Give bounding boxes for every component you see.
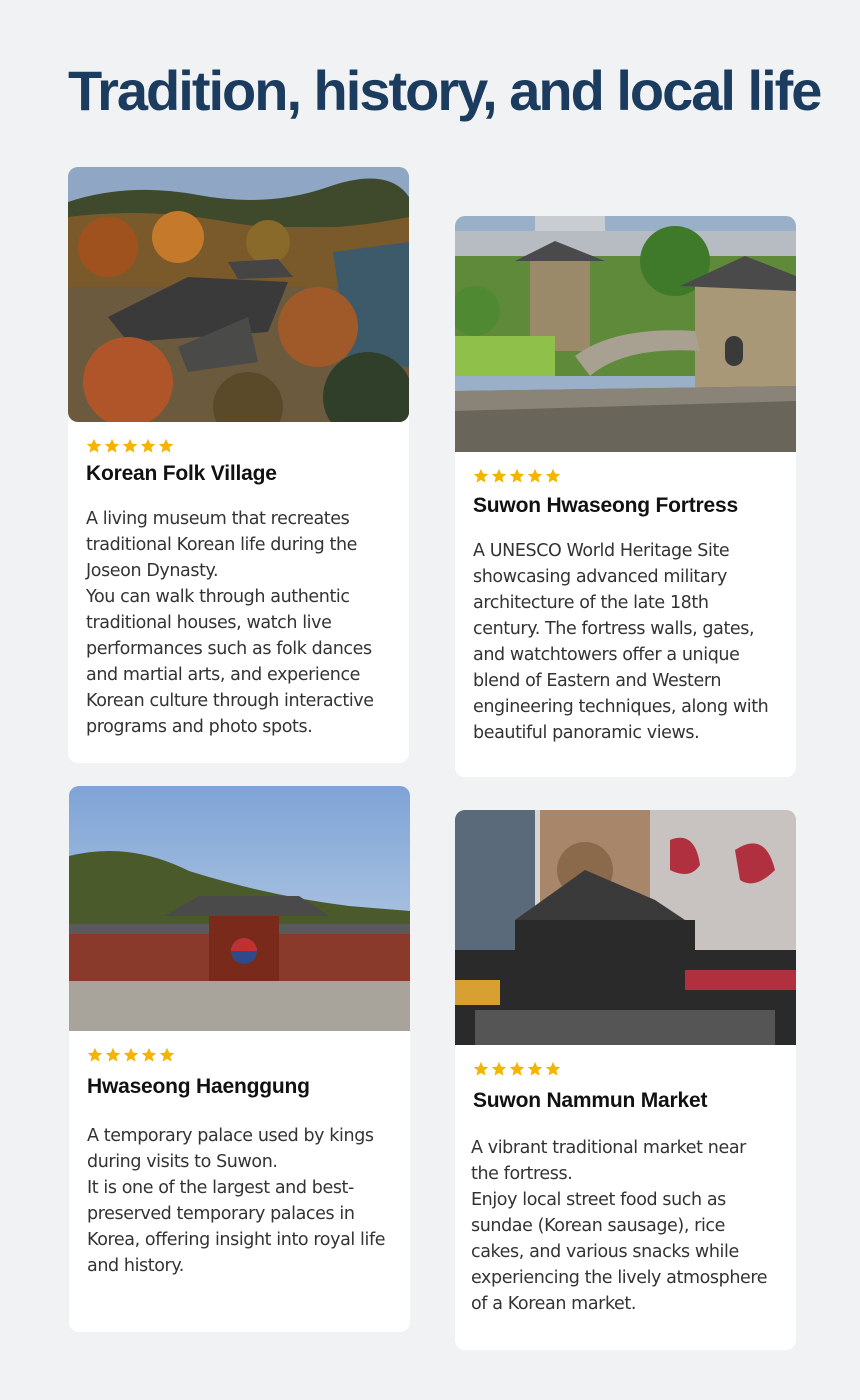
market-photo bbox=[455, 810, 796, 1045]
star-icon bbox=[140, 438, 156, 453]
attraction-card-suwon-hwaseong-fortress[interactable]: Suwon Hwaseong Fortress A UNESCO World H… bbox=[455, 216, 796, 777]
page-title: Tradition, history, and local life bbox=[68, 59, 822, 122]
star-icon bbox=[158, 438, 174, 453]
rating-stars bbox=[473, 1061, 796, 1077]
attraction-name: Suwon Hwaseong Fortress bbox=[473, 494, 738, 517]
star-icon bbox=[545, 1061, 561, 1076]
attraction-description: A temporary palace used by kings during … bbox=[87, 1123, 392, 1279]
attraction-card-hwaseong-haenggung[interactable]: Hwaseong Haenggung A temporary palace us… bbox=[69, 786, 410, 1332]
star-icon bbox=[141, 1047, 157, 1062]
star-icon bbox=[509, 1061, 525, 1076]
description-paragraph: A living museum that recreates tradition… bbox=[86, 509, 358, 581]
star-icon bbox=[473, 1061, 489, 1076]
star-icon bbox=[105, 1047, 121, 1062]
description-paragraph: Enjoy local street food such as sundae (… bbox=[471, 1190, 768, 1314]
attraction-name: Hwaseong Haenggung bbox=[87, 1075, 310, 1098]
star-icon bbox=[123, 1047, 139, 1062]
rating-stars bbox=[87, 1047, 410, 1063]
attraction-card-korean-folk-village[interactable]: Korean Folk Village A living museum that… bbox=[68, 167, 409, 763]
description-paragraph: A temporary palace used by kings during … bbox=[87, 1126, 374, 1172]
star-icon bbox=[87, 1047, 103, 1062]
rating-stars bbox=[473, 468, 796, 484]
attraction-name: Korean Folk Village bbox=[86, 462, 277, 485]
description-paragraph: A UNESCO World Heritage Site showcasing … bbox=[473, 541, 769, 743]
star-icon bbox=[122, 438, 138, 453]
star-icon bbox=[527, 1061, 543, 1076]
star-icon bbox=[527, 468, 543, 483]
attraction-description: A vibrant traditional market near the fo… bbox=[471, 1135, 778, 1317]
star-icon bbox=[491, 468, 507, 483]
star-icon bbox=[473, 468, 489, 483]
star-icon bbox=[86, 438, 102, 453]
star-icon bbox=[509, 468, 525, 483]
attraction-description: A UNESCO World Heritage Site showcasing … bbox=[473, 538, 778, 746]
fortress-photo bbox=[455, 216, 796, 452]
description-paragraph: A vibrant traditional market near the fo… bbox=[471, 1138, 746, 1184]
star-icon bbox=[159, 1047, 175, 1062]
description-paragraph: It is one of the largest and best-preser… bbox=[87, 1178, 386, 1276]
star-icon bbox=[545, 468, 561, 483]
attraction-description: A living museum that recreates tradition… bbox=[86, 506, 391, 740]
attraction-name: Suwon Nammun Market bbox=[473, 1089, 708, 1112]
star-icon bbox=[104, 438, 120, 453]
star-icon bbox=[491, 1061, 507, 1076]
rating-stars bbox=[86, 438, 409, 454]
attraction-card-suwon-nammun-market[interactable]: Suwon Nammun Market A vibrant traditiona… bbox=[455, 810, 796, 1350]
folk-village-photo bbox=[68, 167, 409, 422]
palace-photo bbox=[69, 786, 410, 1031]
description-paragraph: You can walk through authentic tradition… bbox=[86, 587, 374, 737]
